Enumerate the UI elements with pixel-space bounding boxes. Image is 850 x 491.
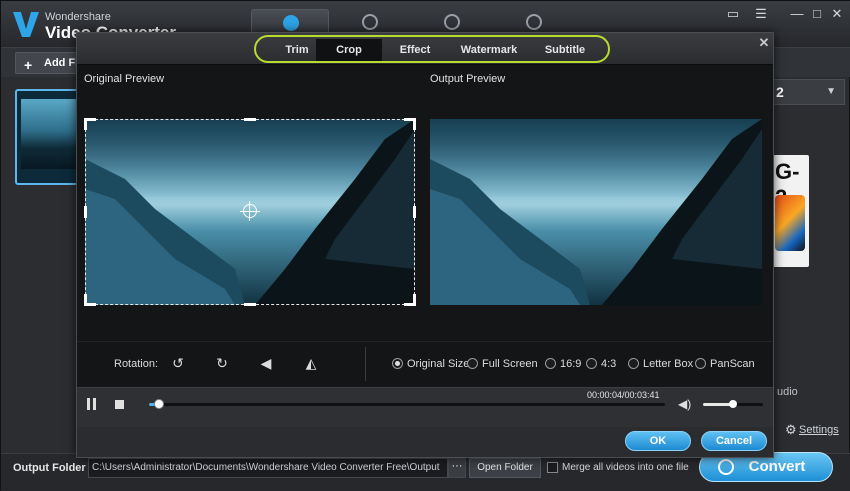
volume-handle[interactable] — [729, 400, 737, 408]
tab-crop[interactable]: Crop — [316, 39, 382, 61]
aspect-4-3-radio[interactable]: 4:3 — [586, 358, 616, 370]
radio-dot — [695, 358, 706, 369]
rotate-left-icon[interactable]: ↺ — [168, 353, 188, 373]
notes-icon[interactable]: ☰ — [751, 5, 771, 23]
open-folder-button[interactable]: Open Folder — [469, 458, 541, 478]
audio-label: udio — [777, 386, 798, 398]
pause-icon[interactable] — [86, 398, 98, 410]
radio-label: PanScan — [710, 358, 755, 370]
aspect-original-size-radio[interactable]: Original Size — [392, 358, 469, 370]
window-close-button[interactable]: ✕ — [827, 5, 847, 23]
format-preview-icon[interactable]: G-2 — [773, 155, 809, 267]
output-folder-field[interactable]: C:\Users\Administrator\Documents\Wonders… — [88, 458, 448, 478]
edit-dialog: Trim Crop Effect Watermark Subtitle ✕ Or… — [76, 32, 774, 458]
close-icon[interactable]: ✕ — [757, 35, 771, 51]
convert-label: Convert — [748, 458, 806, 475]
aspect-16-9-radio[interactable]: 16:9 — [545, 358, 581, 370]
add-files-button[interactable]: + Add Fil — [15, 52, 85, 74]
crop-frame[interactable] — [84, 118, 416, 306]
volume-slider[interactable] — [703, 400, 763, 408]
radio-label: Original Size — [407, 358, 470, 370]
output-preview-label: Output Preview — [430, 73, 506, 85]
tab-watermark[interactable]: Watermark — [448, 39, 530, 61]
format-select-value: 2 — [776, 84, 784, 100]
aspect-panscan-radio[interactable]: PanScan — [695, 358, 755, 370]
crop-handle-top-right[interactable] — [404, 118, 416, 130]
convert-icon — [718, 459, 734, 475]
flip-horizontal-icon[interactable]: ◭ — [301, 353, 321, 373]
rotation-label: Rotation: — [114, 358, 159, 370]
convert-icon — [283, 15, 299, 31]
crop-handle-right[interactable] — [413, 206, 416, 218]
add-icon: + — [24, 57, 33, 73]
cancel-button[interactable]: Cancel — [701, 431, 767, 451]
aspect-full-screen-radio[interactable]: Full Screen — [467, 358, 538, 370]
original-preview-label: Original Preview — [84, 73, 165, 85]
flip-vertical-icon[interactable]: ◀ — [256, 353, 276, 373]
output-format-select[interactable]: 2 ▼ — [773, 79, 845, 105]
browse-folder-button[interactable]: ··· — [448, 458, 466, 478]
settings-link[interactable]: ⚙ Settings — [785, 422, 839, 437]
settings-label: Settings — [799, 424, 839, 436]
volume-icon[interactable]: ◀) — [678, 397, 694, 411]
minimize-button[interactable]: — — [787, 5, 807, 23]
crop-handle-bottom-left[interactable] — [84, 294, 96, 306]
radio-label: Letter Box — [643, 358, 694, 370]
rotate-right-icon[interactable]: ↻ — [212, 353, 232, 373]
crop-move-handle-icon[interactable] — [240, 201, 260, 221]
crop-handle-left[interactable] — [84, 206, 87, 218]
player-bar — [77, 387, 773, 427]
disc-icon — [362, 14, 378, 30]
output-folder-label: Output Folder : — [13, 462, 93, 474]
radio-dot — [467, 358, 478, 369]
edit-tabs: Trim Crop Effect Watermark Subtitle — [254, 35, 610, 63]
brand-name-top: Wondershare — [45, 11, 111, 23]
thumbnail-image — [21, 99, 81, 169]
radio-label: 4:3 — [601, 358, 617, 370]
crop-handle-top-left[interactable] — [84, 118, 96, 130]
maximize-button[interactable]: □ — [807, 5, 827, 23]
ok-button[interactable]: OK — [625, 431, 691, 451]
radio-dot — [392, 358, 403, 369]
divider — [365, 347, 366, 381]
tab-effect[interactable]: Effect — [382, 39, 448, 61]
radio-dot — [586, 358, 597, 369]
download-icon — [444, 14, 460, 30]
merge-videos-checkbox[interactable] — [547, 462, 558, 473]
seek-slider[interactable] — [149, 399, 665, 409]
merge-videos-label: Merge all videos into one file — [562, 462, 689, 473]
mountain-scene — [430, 119, 762, 305]
time-readout: 00:00:04/00:03:41 — [587, 390, 660, 400]
gear-icon: ⚙ — [785, 422, 797, 437]
crop-handle-bottom[interactable] — [244, 303, 256, 306]
chevron-down-icon: ▼ — [826, 86, 836, 97]
output-preview — [430, 119, 762, 305]
play-icon — [526, 14, 542, 30]
stop-icon[interactable] — [115, 400, 124, 409]
tab-subtitle[interactable]: Subtitle — [530, 39, 600, 61]
film-reel-icon — [775, 195, 805, 251]
crop-handle-top[interactable] — [244, 118, 256, 121]
aspect-letter-box-radio[interactable]: Letter Box — [628, 358, 693, 370]
radio-dot — [628, 358, 639, 369]
chat-icon[interactable]: ▭ — [723, 5, 743, 23]
radio-label: Full Screen — [482, 358, 538, 370]
dialog-tab-bar: Trim Crop Effect Watermark Subtitle ✕ — [77, 33, 773, 65]
logo-icon — [13, 12, 39, 37]
radio-dot — [545, 358, 556, 369]
crop-handle-bottom-right[interactable] — [404, 294, 416, 306]
radio-label: 16:9 — [560, 358, 582, 370]
